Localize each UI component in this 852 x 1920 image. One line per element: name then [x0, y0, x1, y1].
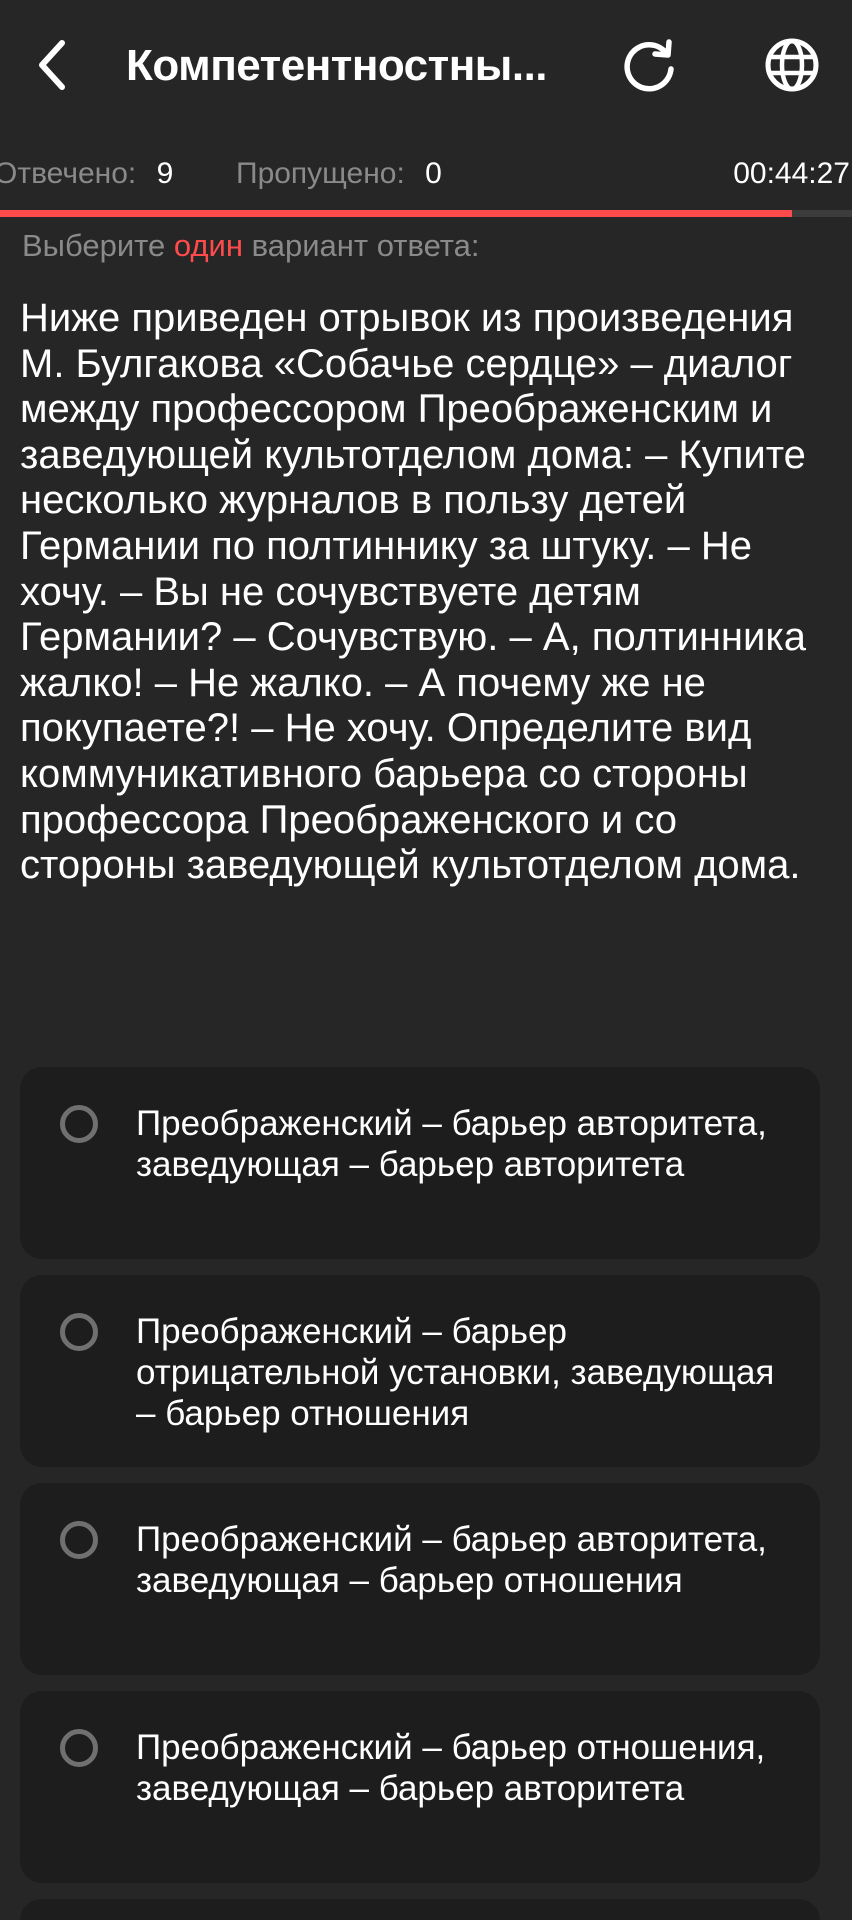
radio-button-icon[interactable]: [60, 1105, 98, 1143]
answered-label: Отвечено:: [0, 157, 137, 190]
skipped-label: Пропущено:: [236, 157, 405, 190]
timer: 00:44:27: [733, 157, 850, 190]
answer-option-label: Преображенский – барьер отрицательной ус…: [136, 1312, 775, 1433]
answer-option-label: Преображенский – барьер авторитета, заве…: [136, 1520, 767, 1600]
chevron-left-icon: [39, 40, 65, 90]
answer-option[interactable]: Преображенский – барьер отношения, завед…: [20, 1691, 820, 1883]
radio-button-icon[interactable]: [60, 1521, 98, 1559]
skipped-stat: Пропущено: 0: [236, 140, 442, 208]
answered-count: 9: [156, 157, 174, 190]
answer-option[interactable]: Преображенский – барьер авторитета, заве…: [20, 1067, 820, 1259]
progress-bar: [0, 210, 852, 217]
page-title: Компетентностны...: [126, 41, 548, 90]
answer-option-label: Преображенский – барьер отношения, завед…: [136, 1728, 766, 1808]
answer-option[interactable]: Преображенский – барьер отрицательной ус…: [20, 1275, 820, 1467]
answer-option[interactable]: Преображенский – барьер авторитета, заве…: [20, 1483, 820, 1675]
radio-button-icon[interactable]: [60, 1729, 98, 1767]
refresh-icon: [624, 39, 674, 92]
globe-icon: [765, 38, 819, 92]
answer-instruction: Выберите один вариант ответа:: [22, 224, 480, 268]
quiz-stats-bar: Отвечено: 9 Пропущено: 0 00:44:27: [0, 140, 852, 208]
progress-bar-fill: [0, 210, 793, 217]
answer-option-partial[interactable]: [20, 1899, 820, 1920]
back-button[interactable]: [22, 30, 82, 100]
skipped-count: 0: [425, 157, 442, 190]
radio-button-icon[interactable]: [60, 1313, 98, 1351]
instruction-prefix: Выберите: [22, 228, 166, 263]
answered-stat: Отвечено: 9: [0, 140, 173, 208]
instruction-suffix: вариант ответа:: [251, 228, 480, 263]
answer-option-label: Преображенский – барьер авторитета, заве…: [136, 1104, 767, 1184]
top-app-bar: Компетентностны...: [0, 0, 852, 132]
language-button[interactable]: [757, 30, 827, 100]
refresh-button[interactable]: [614, 30, 684, 100]
question-text: Ниже приведен отрывок из произведения М.…: [20, 296, 806, 888]
instruction-highlight: один: [173, 228, 243, 263]
